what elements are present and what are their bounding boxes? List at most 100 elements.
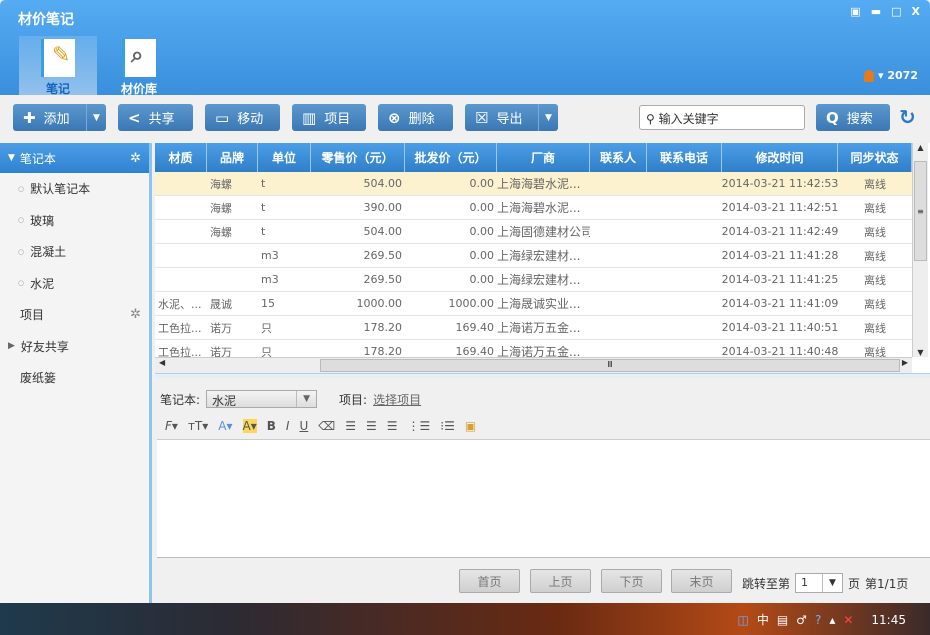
user-menu[interactable]: ▾ 2072 (864, 69, 918, 82)
sidebar-item-concrete[interactable]: 混凝土 (0, 236, 149, 268)
column-header[interactable]: 零售价（元） (311, 143, 405, 172)
table-cell: 269.50 (363, 273, 403, 286)
search-button[interactable]: Q 搜索 (816, 104, 890, 131)
item-label: 玻璃 (30, 213, 55, 228)
table-cell: 0.00 (469, 225, 495, 238)
font-family-icon[interactable]: F▾ (165, 419, 178, 433)
search-icon: ⚲ (646, 112, 655, 126)
column-header[interactable]: 品牌 (207, 143, 258, 172)
menu-icon[interactable]: ▣ (850, 5, 860, 18)
table-cell: 0.00 (469, 177, 495, 190)
notebook-select[interactable]: 水泥 ▼ (206, 390, 318, 408)
last-page-button[interactable]: 末页 (671, 569, 732, 593)
chevron-down-icon[interactable]: ▼ (538, 104, 558, 131)
sidebar-item-trash[interactable]: 废纸篓 (0, 362, 149, 394)
nav-price-library-label: 材价库 (120, 82, 157, 96)
network-icon[interactable]: ✕ (843, 613, 853, 627)
sidebar-item-friends[interactable]: ▶ 好友共享 (0, 331, 149, 363)
maximize-button[interactable]: □ (891, 5, 901, 18)
column-header[interactable]: 厂商 (497, 143, 590, 172)
note-editor[interactable] (157, 439, 930, 558)
align-right-icon[interactable]: ☰ (387, 419, 398, 433)
search-icon: Q (826, 108, 839, 127)
item-label: 项目 (20, 308, 45, 323)
table-cell: 海螺 (210, 201, 232, 215)
clock[interactable]: 11:45 (871, 613, 906, 627)
share-button[interactable]: < 共享 (118, 104, 193, 131)
table-row[interactable]: 海螺 t 390.00 0.00 上海海碧水泥... 2014-03-21 11:42:5… (155, 196, 912, 220)
sidebar-item-cement[interactable]: 水泥 (0, 268, 149, 300)
move-label: 移动 (237, 112, 264, 127)
tray-doc-icon[interactable]: ▤ (777, 613, 788, 627)
select-project-link[interactable]: 选择项目 (373, 391, 421, 408)
refresh-icon[interactable]: ↻ (899, 105, 916, 129)
table-cell (155, 268, 207, 291)
project-button[interactable]: ▥ 项目 (292, 104, 366, 131)
search-input[interactable]: ⚲ 输入关键字 (639, 105, 805, 130)
table-cell (590, 316, 647, 339)
ime-indicator[interactable]: 中 (757, 611, 769, 628)
move-button[interactable]: ▭ 移动 (205, 104, 280, 131)
font-size-icon[interactable]: тT▾ (188, 419, 208, 433)
column-header[interactable]: 单位 (258, 143, 311, 172)
table-cell: 离线 (864, 321, 886, 335)
item-label: 好友共享 (20, 339, 69, 354)
page-select[interactable]: ▼ 1 (795, 573, 844, 593)
font-color-icon[interactable]: A▾ (218, 419, 232, 433)
align-left-icon[interactable]: ☰ (345, 419, 356, 433)
splitter-handle[interactable] (155, 373, 930, 378)
table-row[interactable]: 海螺 t 504.00 0.00 上海固德建材公司 2014-03-21 11:42:49… (155, 220, 912, 244)
prev-page-button[interactable]: 上页 (530, 569, 591, 593)
sidebar-item-notebooks[interactable]: ▼ 笔记本 ✲ (0, 143, 149, 173)
gear-icon[interactable]: ✲ (130, 307, 141, 322)
table-cell (590, 196, 647, 219)
first-page-button[interactable]: 首页 (459, 569, 520, 593)
user-name: 2072 (887, 69, 918, 82)
italic-icon[interactable]: I (286, 419, 290, 433)
tray-tool-icon[interactable]: ♂ (796, 613, 807, 627)
chevron-down-icon[interactable]: ▼ (86, 104, 106, 131)
eraser-icon[interactable]: ⌫ (318, 419, 335, 433)
align-center-icon[interactable]: ☰ (366, 419, 377, 433)
sidebar-item-project[interactable]: 项目 ✲ (0, 299, 149, 331)
highlight-icon[interactable]: A▾ (242, 419, 257, 433)
column-header[interactable]: 批发价（元） (405, 143, 497, 172)
nav-notes-label: 笔记 (45, 82, 70, 96)
table-row[interactable]: 工色拉... 诺万 只 178.20 169.40 上海诺万五金... 2014-03-21… (155, 316, 912, 340)
ordered-list-icon[interactable]: ⋮☰ (408, 419, 431, 433)
export-button[interactable]: ☒ 导出 ▼ (465, 104, 558, 131)
table-row[interactable]: 海螺 t 504.00 0.00 上海海碧水泥... 2014-03-21 11:42:5… (155, 172, 912, 196)
tray-app-icon[interactable]: ◫ (737, 613, 748, 627)
underline-icon[interactable]: U (299, 419, 308, 433)
horizontal-scrollbar[interactable]: ◀ Ⅲ ▶ (155, 357, 912, 373)
tray-expand-icon[interactable]: ▴ (829, 613, 835, 627)
project-label: 项目 (324, 112, 351, 127)
column-header[interactable]: 同步状态 (838, 143, 912, 172)
nav-notes[interactable]: ✎ 笔记 (19, 36, 97, 96)
table-row[interactable]: 水泥、... 晟诚 15 1000.00 1000.00 上海晟诚实业... 2014-03… (155, 292, 912, 316)
chevron-down-icon: ▼ (296, 391, 316, 407)
delete-button[interactable]: ⊗ 删除 (378, 104, 453, 131)
vertical-scrollbar[interactable]: ▲ ≡ ▼ (912, 143, 928, 357)
close-button[interactable]: X (912, 5, 920, 18)
gear-icon[interactable]: ✲ (130, 151, 141, 166)
help-icon[interactable]: ? (815, 613, 821, 627)
add-button[interactable]: ✚ 添加 ▼ (13, 104, 106, 131)
bold-icon[interactable]: B (267, 419, 276, 433)
table-row[interactable]: m3 269.50 0.00 上海绿宏建材... 2014-03-21 11:41:28… (155, 244, 912, 268)
table-row[interactable]: m3 269.50 0.00 上海绿宏建材... 2014-03-21 11:41:25… (155, 268, 912, 292)
column-header[interactable]: 材质 (155, 143, 207, 172)
column-header[interactable]: 联系电话 (647, 143, 722, 172)
next-page-button[interactable]: 下页 (601, 569, 662, 593)
minimize-button[interactable]: ▬ (871, 5, 881, 18)
table-cell: 晟诚 (210, 297, 232, 311)
sidebar-item-glass[interactable]: 玻璃 (0, 205, 149, 237)
column-header[interactable]: 修改时间 (722, 143, 838, 172)
sidebar-item-default[interactable]: 默认笔记本 (0, 173, 149, 205)
item-label: 水泥 (30, 276, 55, 291)
nav-price-library[interactable]: ⌕ 材价库 (100, 36, 178, 96)
item-label: 混凝土 (30, 245, 67, 260)
insert-image-icon[interactable]: ▣ (465, 419, 476, 433)
column-header[interactable]: 联系人 (590, 143, 647, 172)
unordered-list-icon[interactable]: ⁝☰ (440, 419, 455, 433)
